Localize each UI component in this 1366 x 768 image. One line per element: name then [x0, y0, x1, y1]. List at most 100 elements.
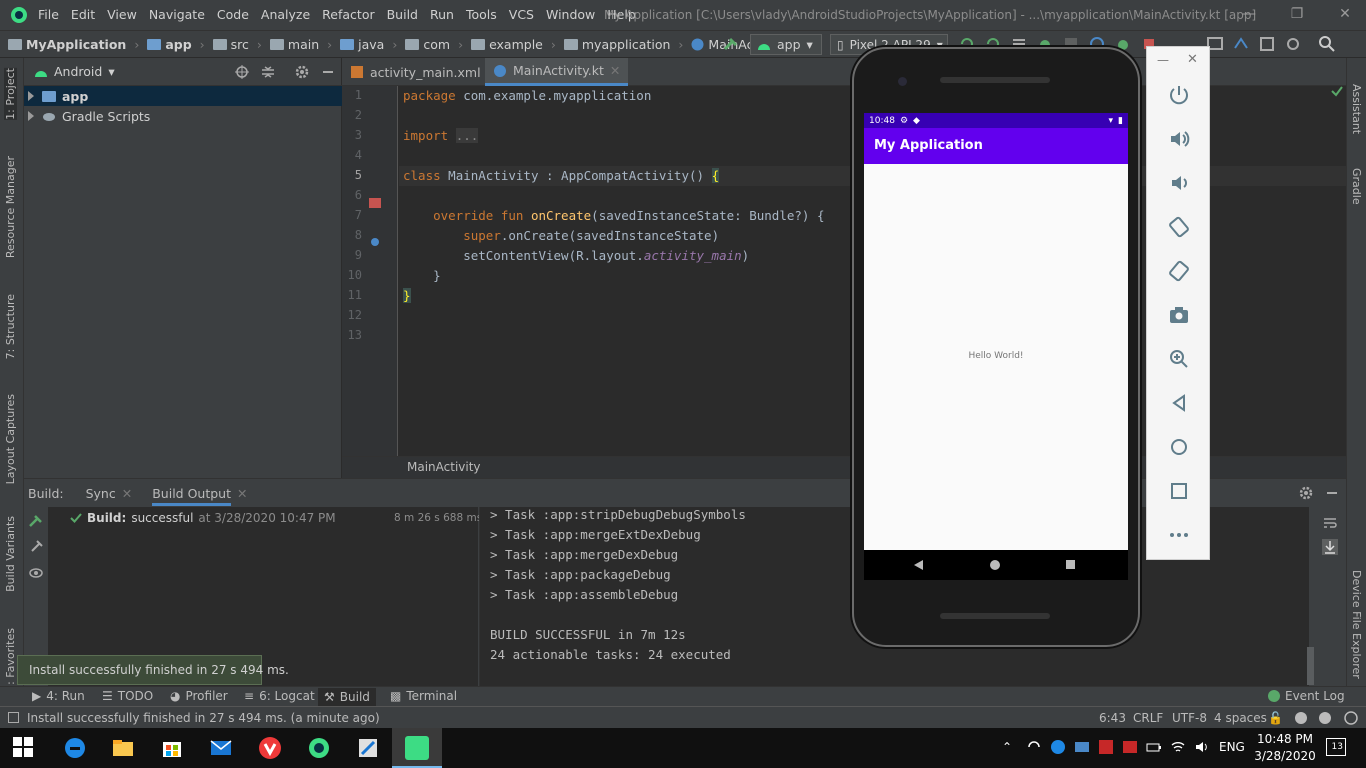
- volume-icon[interactable]: [1194, 739, 1210, 755]
- expand-arrow-icon[interactable]: [28, 111, 34, 121]
- emulator-screen[interactable]: 10:48 ⚙ ◆ ▾ ▮ My Application Hello World…: [864, 113, 1128, 550]
- scrollbar-thumb[interactable]: [1307, 647, 1314, 685]
- file-encoding[interactable]: UTF-8: [1172, 711, 1207, 725]
- close-tab-icon[interactable]: ✕: [237, 486, 247, 501]
- volume-up-icon[interactable]: [1167, 127, 1191, 151]
- tab-profiler[interactable]: ◕ Profiler: [170, 689, 228, 703]
- back-icon[interactable]: [914, 560, 923, 570]
- project-view-select[interactable]: Android ▾: [34, 64, 115, 79]
- zoom-icon[interactable]: [1167, 347, 1191, 371]
- locate-icon[interactable]: [234, 64, 250, 80]
- rotate-right-icon[interactable]: [1167, 259, 1191, 283]
- close-tab-icon[interactable]: ✕: [610, 63, 620, 78]
- caret-position[interactable]: 6:43: [1099, 711, 1126, 725]
- tree-item-gradle-scripts[interactable]: Gradle Scripts: [24, 106, 342, 126]
- minimize-button[interactable]: —: [1240, 6, 1258, 24]
- tab-device-file-explorer[interactable]: Device File Explorer: [1350, 570, 1363, 679]
- battery-icon[interactable]: [1146, 739, 1162, 755]
- override-gutter-icon[interactable]: [370, 236, 382, 248]
- line-separator[interactable]: CRLF: [1133, 711, 1163, 725]
- class-gutter-icon[interactable]: [368, 196, 382, 210]
- edge-browser-icon[interactable]: [63, 736, 87, 760]
- tab-todo[interactable]: ☰ TODO: [102, 689, 153, 703]
- close-tab-icon[interactable]: ✕: [122, 486, 132, 501]
- store-icon[interactable]: [160, 736, 184, 760]
- menu-view[interactable]: View: [107, 7, 137, 22]
- inspection-ok-icon[interactable]: [1330, 84, 1344, 98]
- power-icon[interactable]: [1167, 83, 1191, 107]
- menu-edit[interactable]: Edit: [71, 7, 95, 22]
- breadcrumb-main[interactable]: main: [288, 37, 319, 52]
- breadcrumb-project[interactable]: MyApplication: [26, 37, 126, 52]
- tab-gradle[interactable]: Gradle: [1350, 168, 1363, 205]
- frown-icon[interactable]: [1318, 711, 1332, 725]
- menu-file[interactable]: File: [38, 7, 59, 22]
- pin-icon[interactable]: [28, 539, 44, 555]
- layout-inspector-icon[interactable]: [1258, 35, 1276, 55]
- search-icon[interactable]: [1318, 35, 1336, 55]
- code-line[interactable]: override fun onCreate(savedInstanceState…: [403, 208, 824, 223]
- mail-icon[interactable]: [209, 736, 233, 760]
- make-project-icon[interactable]: [722, 35, 740, 55]
- eye-icon[interactable]: [28, 565, 44, 581]
- home-icon[interactable]: [990, 560, 1000, 570]
- menu-refactor[interactable]: Refactor: [322, 7, 374, 22]
- back-icon[interactable]: [1167, 391, 1191, 415]
- code-line[interactable]: }: [403, 288, 411, 303]
- notification-balloon[interactable]: Install successfully finished in 27 s 49…: [17, 655, 289, 685]
- menu-run[interactable]: Run: [430, 7, 454, 22]
- home-icon[interactable]: [1167, 435, 1191, 459]
- network-monitor-icon[interactable]: [1074, 739, 1090, 755]
- tab-assistant[interactable]: Assistant: [1350, 84, 1363, 134]
- sdk-manager-icon[interactable]: [1232, 35, 1250, 55]
- breadcrumb-myapplication[interactable]: myapplication: [582, 37, 671, 52]
- bluetooth-icon[interactable]: [1050, 739, 1066, 755]
- menu-vcs[interactable]: VCS: [509, 7, 534, 22]
- clock[interactable]: 10:48 PM 3/28/2020: [1252, 731, 1318, 765]
- gear-icon[interactable]: [294, 64, 310, 80]
- paint-icon[interactable]: [356, 736, 380, 760]
- tab-structure[interactable]: 7: Structure: [4, 294, 17, 359]
- soft-wrap-icon[interactable]: [1322, 515, 1338, 531]
- breadcrumb-app[interactable]: app: [165, 37, 191, 52]
- emulator-minimize-button[interactable]: —: [1157, 53, 1169, 67]
- scroll-to-end-icon[interactable]: [1322, 539, 1338, 555]
- wifi-icon[interactable]: [1170, 739, 1186, 755]
- hide-panel-icon[interactable]: [1324, 485, 1340, 501]
- code-line[interactable]: setContentView(R.layout.activity_main): [403, 248, 749, 263]
- tab-build-variants[interactable]: Build Variants: [4, 516, 17, 592]
- rotate-left-icon[interactable]: [1167, 215, 1191, 239]
- tab-favorites[interactable]: 2: Favorites: [4, 628, 17, 692]
- overview-icon[interactable]: [1167, 479, 1191, 503]
- android-studio-taskbar-icon[interactable]: [307, 736, 331, 760]
- tab-resource-manager[interactable]: Resource Manager: [4, 156, 17, 258]
- build-result-row[interactable]: Build: successful at 3/28/2020 10:47 PM: [70, 511, 336, 525]
- vivaldi-browser-icon[interactable]: [258, 736, 282, 760]
- menu-window[interactable]: Window: [546, 7, 595, 22]
- code-line[interactable]: super.onCreate(savedInstanceState): [403, 228, 719, 243]
- tab-project[interactable]: 1: Project: [4, 68, 17, 120]
- tab-activity-main-xml[interactable]: activity_main.xml ✕: [342, 58, 505, 86]
- menu-build[interactable]: Build: [387, 7, 418, 22]
- sync-icon[interactable]: [1026, 739, 1042, 755]
- windows-start-icon[interactable]: [12, 736, 36, 760]
- tab-layout-captures[interactable]: Layout Captures: [4, 394, 17, 484]
- rebuild-icon[interactable]: [28, 513, 44, 529]
- action-center-icon[interactable]: 13: [1326, 738, 1346, 756]
- tray-app-icon[interactable]: [1122, 739, 1138, 755]
- emulator-taskbar-button[interactable]: [392, 728, 442, 768]
- menu-tools[interactable]: Tools: [466, 7, 497, 22]
- tab-mainactivity-kt[interactable]: MainActivity.kt ✕: [485, 58, 629, 86]
- code-line[interactable]: }: [403, 268, 441, 283]
- input-language[interactable]: ENG: [1219, 740, 1245, 754]
- expand-arrow-icon[interactable]: [28, 91, 34, 101]
- tab-build-output[interactable]: Build Output: [152, 481, 231, 506]
- code-line[interactable]: package com.example.myapplication: [403, 88, 651, 103]
- code-line[interactable]: class MainActivity : AppCompatActivity()…: [403, 168, 720, 183]
- tab-sync[interactable]: Sync: [86, 486, 116, 501]
- gear-icon[interactable]: [1298, 485, 1314, 501]
- file-explorer-icon[interactable]: [111, 736, 135, 760]
- breadcrumb-src[interactable]: src: [231, 37, 249, 52]
- emulator-close-button[interactable]: ✕: [1187, 52, 1198, 67]
- smile-icon[interactable]: [1294, 711, 1308, 725]
